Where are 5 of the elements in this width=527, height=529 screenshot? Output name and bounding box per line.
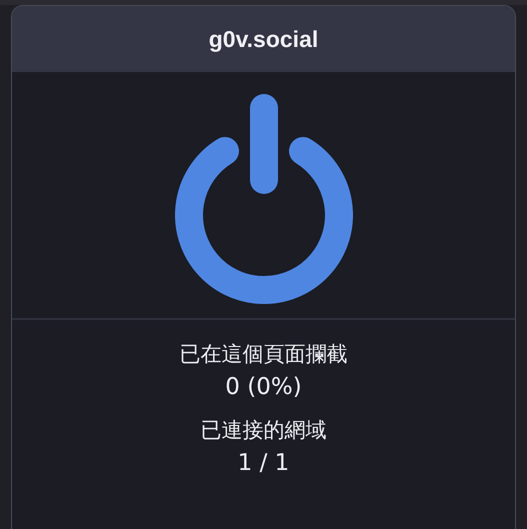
stat-value: 0 (0%) xyxy=(225,373,302,402)
stat-value: 1 / 1 xyxy=(238,449,290,478)
stat-label: 已連接的網域 xyxy=(200,417,326,444)
stat-label: 已在這個頁面攔截 xyxy=(180,341,348,368)
site-hostname: g0v.social xyxy=(208,26,318,52)
